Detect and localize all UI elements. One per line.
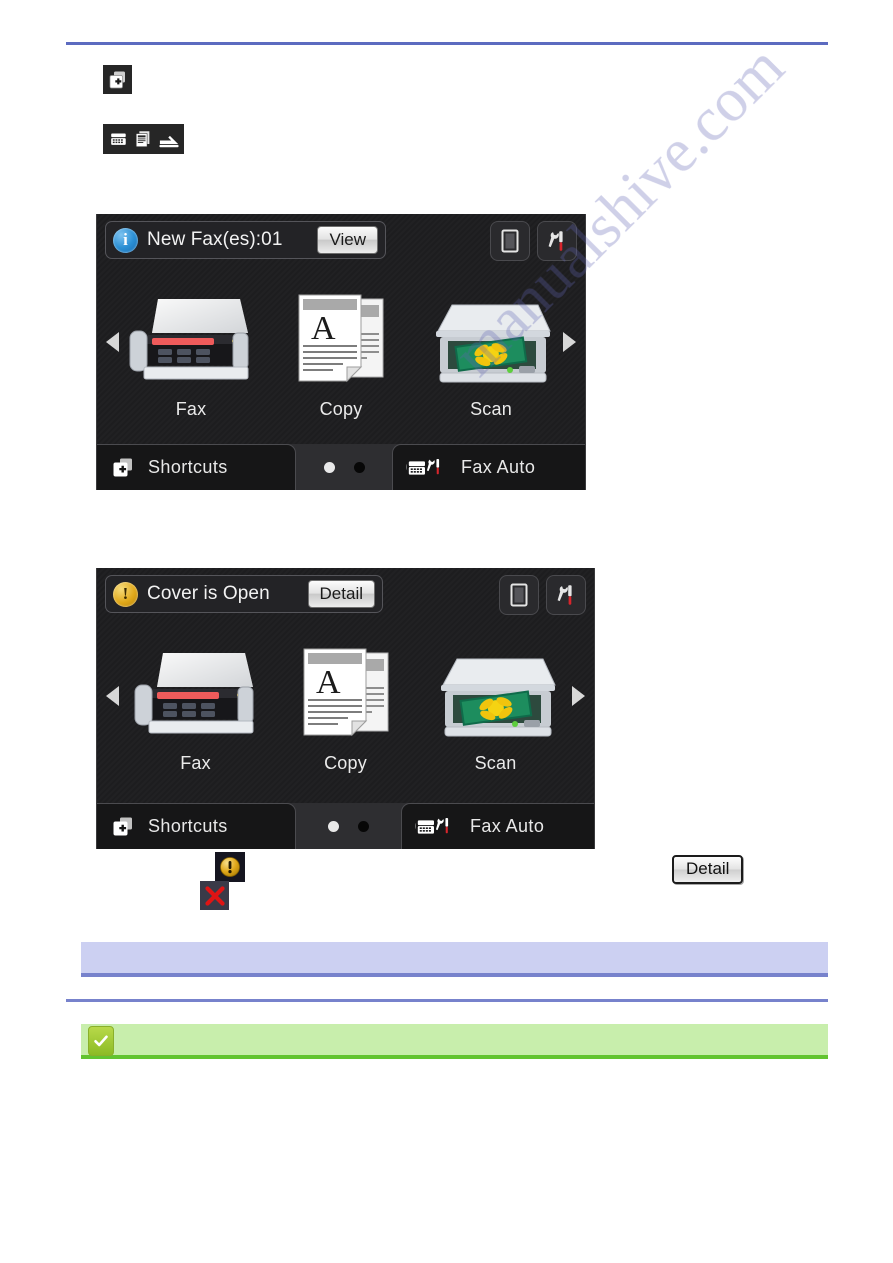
app-label-fax: Fax bbox=[175, 398, 207, 419]
fax-machine-icon bbox=[127, 639, 265, 747]
page-indicator[interactable] bbox=[296, 803, 401, 849]
page-dot-1[interactable] bbox=[328, 820, 339, 832]
app-tile-fax[interactable]: Fax bbox=[121, 639, 271, 774]
toner-status-icon[interactable] bbox=[499, 575, 539, 615]
app-tile-fax[interactable]: Fax bbox=[116, 285, 266, 420]
fax-mode-label: Fax Auto bbox=[470, 816, 545, 836]
shortcut-add-icon bbox=[113, 458, 132, 476]
app-tile-scan[interactable]: Scan bbox=[421, 639, 571, 774]
home-app-row: Fax A Copy Scan bbox=[97, 626, 594, 786]
status-bar-new-fax: i New Fax(es):01 View bbox=[105, 221, 386, 259]
checkmark-icon bbox=[88, 1026, 114, 1056]
shortcuts-button[interactable]: Shortcuts bbox=[97, 803, 296, 849]
shortcuts-label: Shortcuts bbox=[148, 457, 228, 477]
shortcuts-label: Shortcuts bbox=[148, 816, 228, 836]
fax-mode-label: Fax Auto bbox=[461, 457, 536, 477]
app-tile-copy[interactable]: A Copy bbox=[266, 285, 416, 420]
detail-button[interactable]: Detail bbox=[307, 579, 375, 609]
page-indicator[interactable] bbox=[296, 444, 392, 490]
page-dot-1[interactable] bbox=[323, 461, 335, 473]
lcd-screen-cover-open: ! Cover is Open Detail Fax A Copy Scan S… bbox=[96, 568, 595, 849]
fax-machine-icon bbox=[122, 285, 260, 393]
settings-tools-icon[interactable] bbox=[537, 221, 577, 261]
error-cross-icon bbox=[200, 881, 229, 910]
status-bar-cover-open: ! Cover is Open Detail bbox=[105, 575, 383, 613]
shortcut-add-icon bbox=[103, 65, 132, 94]
lcd-bottom-bar: Shortcuts Fax Auto bbox=[97, 803, 594, 849]
app-label-scan: Scan bbox=[474, 752, 517, 773]
toner-status-icon[interactable] bbox=[490, 221, 530, 261]
note-tip bbox=[81, 1024, 828, 1059]
detail-button-callout[interactable]: Detail bbox=[672, 855, 744, 884]
app-label-fax: Fax bbox=[180, 752, 211, 773]
view-button[interactable]: View bbox=[317, 225, 378, 255]
page-dot-2[interactable] bbox=[358, 820, 369, 832]
warning-icon: ! bbox=[113, 581, 138, 607]
fax-settings-icon bbox=[415, 817, 449, 834]
scanner-icon bbox=[426, 285, 556, 393]
app-label-copy: Copy bbox=[324, 752, 367, 773]
copy-documents-icon: A bbox=[294, 639, 398, 747]
status-message: New Fax(es):01 bbox=[147, 229, 283, 250]
page-dot-2[interactable] bbox=[353, 461, 365, 473]
lcd-top-right-buttons bbox=[490, 221, 577, 261]
lcd-screen-new-fax: i New Fax(es):01 View Fax A Copy Scan Sh… bbox=[96, 214, 586, 490]
lcd-top-right-buttons bbox=[499, 575, 586, 615]
note-related-information bbox=[81, 942, 828, 977]
warning-icon bbox=[215, 852, 245, 882]
page-top-rule bbox=[66, 42, 828, 45]
shortcut-add-icon bbox=[113, 817, 132, 835]
copy-documents-icon: A bbox=[289, 285, 393, 393]
app-tile-scan[interactable]: Scan bbox=[416, 285, 566, 420]
info-icon: i bbox=[113, 227, 138, 253]
page-mid-rule bbox=[66, 999, 828, 1002]
fax-settings-icon bbox=[406, 458, 440, 475]
scanner-icon bbox=[431, 639, 561, 747]
settings-tools-icon[interactable] bbox=[546, 575, 586, 615]
svg-text:A: A bbox=[316, 664, 341, 701]
lcd-bottom-bar: Shortcuts Fax Auto bbox=[97, 444, 585, 490]
status-message: Cover is Open bbox=[147, 583, 270, 604]
shortcuts-button[interactable]: Shortcuts bbox=[97, 444, 296, 490]
app-label-copy: Copy bbox=[319, 398, 363, 419]
fax-copy-scan-icon bbox=[103, 124, 184, 154]
fax-mode-button[interactable]: Fax Auto bbox=[392, 444, 585, 490]
app-tile-copy[interactable]: A Copy bbox=[271, 639, 421, 774]
fax-mode-button[interactable]: Fax Auto bbox=[401, 803, 594, 849]
home-app-row: Fax A Copy Scan bbox=[97, 272, 585, 432]
svg-text:A: A bbox=[311, 310, 336, 347]
app-label-scan: Scan bbox=[470, 398, 512, 419]
